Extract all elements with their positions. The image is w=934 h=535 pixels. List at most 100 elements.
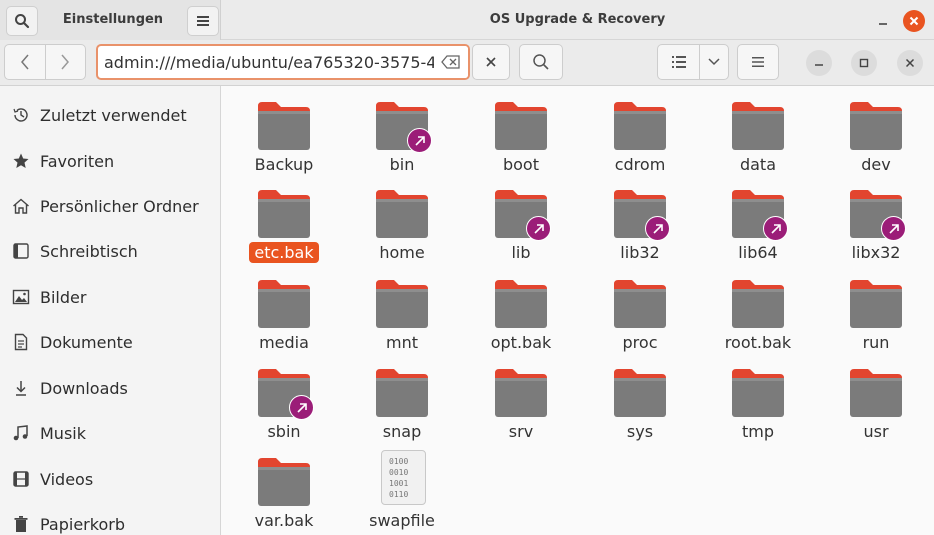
close-window-button[interactable] bbox=[903, 10, 925, 32]
folder-icon bbox=[850, 369, 902, 417]
file-name: opt.bak bbox=[490, 333, 552, 352]
file-name: proc bbox=[622, 333, 658, 352]
folder-icon bbox=[495, 369, 547, 417]
cancel-location-button[interactable] bbox=[472, 44, 510, 80]
file-manager-window: Einstellungen OS Upgrade & Recovery admi… bbox=[0, 0, 934, 535]
file-name: run bbox=[862, 333, 890, 352]
sidebar-item-label: Persönlicher Ordner bbox=[40, 196, 199, 216]
file-item-root-bak[interactable]: root.bak bbox=[702, 266, 814, 352]
file-item-label: srv bbox=[465, 422, 577, 441]
location-text[interactable]: admin:///media/ubuntu/ea765320-3575-4 bbox=[104, 53, 436, 72]
file-item-label: lib bbox=[465, 243, 577, 262]
file-name: srv bbox=[508, 422, 534, 441]
file-item-opt-bak[interactable]: opt.bak bbox=[465, 266, 577, 352]
back-button[interactable] bbox=[5, 45, 46, 79]
file-item-swapfile[interactable]: 0100 0010 1001 0110 swapfile bbox=[346, 444, 458, 530]
clear-location-button[interactable] bbox=[434, 46, 468, 78]
file-item-label: root.bak bbox=[702, 333, 814, 352]
sidebar-item-label: Schreibtisch bbox=[40, 241, 138, 261]
file-item-usr[interactable]: usr bbox=[820, 355, 932, 441]
maximize-button[interactable] bbox=[851, 50, 877, 76]
sidebar-item-label: Musik bbox=[40, 423, 86, 443]
file-name: data bbox=[739, 155, 777, 174]
list-view-icon bbox=[671, 56, 686, 68]
sidebar-item-music[interactable]: Musik bbox=[0, 413, 221, 453]
file-item-dev[interactable]: dev bbox=[820, 88, 932, 174]
chevron-left-icon bbox=[20, 54, 29, 70]
file-item-label: boot bbox=[465, 155, 577, 174]
file-item-etc-bak[interactable]: etc.bak bbox=[228, 176, 340, 263]
file-item-lib32[interactable]: lib32 bbox=[584, 176, 696, 262]
file-item-label: home bbox=[346, 243, 458, 262]
search-icon bbox=[15, 14, 30, 29]
file-item-sbin[interactable]: sbin bbox=[228, 355, 340, 441]
sidebar-header: Einstellungen bbox=[0, 0, 221, 40]
file-item-home[interactable]: home bbox=[346, 176, 458, 262]
location-entry[interactable]: admin:///media/ubuntu/ea765320-3575-4 bbox=[96, 44, 470, 80]
folder-icon bbox=[495, 102, 547, 150]
sidebar-item-downloads[interactable]: Downloads bbox=[0, 368, 221, 408]
sidebar-item-documents[interactable]: Dokumente bbox=[0, 322, 221, 362]
sidebar-item-videos[interactable]: Videos bbox=[0, 459, 221, 499]
sidebar-item-desktop[interactable]: Schreibtisch bbox=[0, 231, 221, 271]
file-item-boot[interactable]: boot bbox=[465, 88, 577, 174]
sidebar-item-label: Bilder bbox=[40, 287, 87, 307]
backspace-icon bbox=[441, 55, 460, 69]
file-item-data[interactable]: data bbox=[702, 88, 814, 174]
file-item-sys[interactable]: sys bbox=[584, 355, 696, 441]
folder-icon bbox=[732, 369, 784, 417]
file-item-var-bak[interactable]: var.bak bbox=[228, 444, 340, 530]
hamburger-icon bbox=[752, 57, 764, 67]
desktop-icon bbox=[10, 240, 32, 262]
sidebar-item-recent[interactable]: Zuletzt verwendet bbox=[0, 95, 221, 135]
sidebar-item-pictures[interactable]: Bilder bbox=[0, 277, 221, 317]
file-item-bin[interactable]: bin bbox=[346, 88, 458, 174]
close-button[interactable] bbox=[897, 50, 923, 76]
minimize-button[interactable] bbox=[872, 10, 894, 32]
file-item-tmp[interactable]: tmp bbox=[702, 355, 814, 441]
binary-preview-line: 0010 bbox=[389, 468, 409, 477]
file-item-snap[interactable]: snap bbox=[346, 355, 458, 441]
symlink-arrow-icon bbox=[881, 216, 906, 241]
file-item-label: snap bbox=[346, 422, 458, 441]
sidebar-item-label: Videos bbox=[40, 469, 94, 489]
file-name: var.bak bbox=[254, 511, 314, 530]
main-menu-button[interactable] bbox=[187, 6, 219, 36]
clock-icon bbox=[10, 104, 32, 126]
minimize-icon bbox=[879, 23, 887, 25]
file-grid: Backup bin boot cdrom data dev etc.bak home lib l… bbox=[222, 86, 934, 535]
file-item-lib64[interactable]: lib64 bbox=[702, 176, 814, 262]
folder-icon bbox=[614, 369, 666, 417]
image-icon bbox=[10, 286, 32, 308]
file-name: boot bbox=[502, 155, 539, 174]
file-item-srv[interactable]: srv bbox=[465, 355, 577, 441]
file-item-lib[interactable]: lib bbox=[465, 176, 577, 262]
search-files-button[interactable] bbox=[519, 44, 563, 80]
folder-icon bbox=[258, 190, 310, 238]
download-icon bbox=[10, 377, 32, 399]
minimize-button[interactable] bbox=[806, 50, 832, 76]
close-icon bbox=[486, 57, 496, 67]
file-item-cdrom[interactable]: cdrom bbox=[584, 88, 696, 174]
list-view-button[interactable] bbox=[658, 45, 700, 79]
folder-icon bbox=[258, 280, 310, 328]
search-button[interactable] bbox=[6, 6, 38, 36]
menu-button[interactable] bbox=[737, 44, 779, 80]
file-item-media[interactable]: media bbox=[228, 266, 340, 352]
file-item-libx32[interactable]: libx32 bbox=[820, 176, 932, 262]
file-name: sys bbox=[626, 422, 654, 441]
file-item-proc[interactable]: proc bbox=[584, 266, 696, 352]
file-item-label: dev bbox=[820, 155, 932, 174]
forward-button[interactable] bbox=[46, 45, 86, 79]
sidebar-item-label: Favoriten bbox=[40, 151, 115, 171]
file-item-run[interactable]: run bbox=[820, 266, 932, 352]
file-name: Backup bbox=[254, 155, 314, 174]
sidebar-title: Einstellungen bbox=[62, 12, 164, 27]
file-name: sbin bbox=[267, 422, 301, 441]
view-options-button[interactable] bbox=[700, 45, 728, 79]
file-item-backup[interactable]: Backup bbox=[228, 88, 340, 174]
sidebar-item-favorites[interactable]: Favoriten bbox=[0, 141, 221, 181]
file-item-mnt[interactable]: mnt bbox=[346, 266, 458, 352]
sidebar-item-trash[interactable]: Papierkorb bbox=[0, 504, 221, 535]
sidebar-item-home[interactable]: Persönlicher Ordner bbox=[0, 186, 221, 226]
